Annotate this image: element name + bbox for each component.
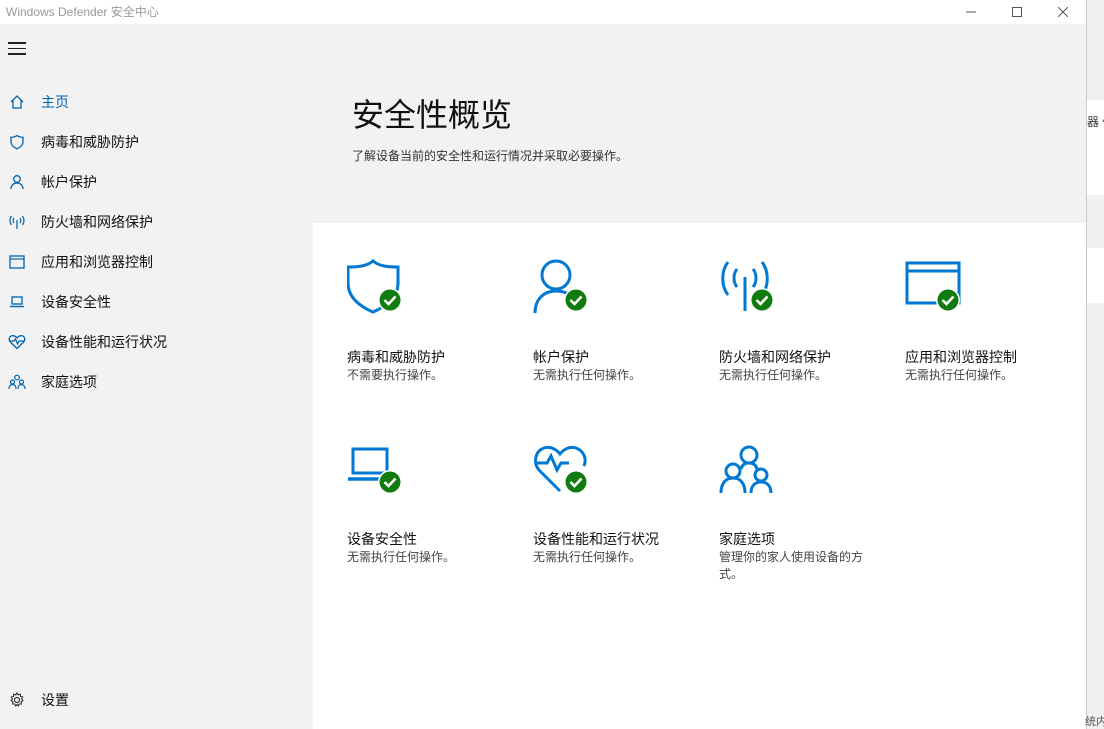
sidebar-item-label: 设备安全性 bbox=[41, 294, 111, 310]
sidebar-item-label: 病毒和威胁防护 bbox=[41, 134, 139, 150]
card-status: 无需执行任何操作。 bbox=[719, 368, 828, 382]
heart-pulse-icon bbox=[8, 333, 26, 351]
card-status: 无需执行任何操作。 bbox=[533, 550, 642, 564]
background-text: 统内 bbox=[1085, 716, 1104, 728]
wireless-check-icon bbox=[721, 261, 774, 312]
main-header: 安全性概览 了解设备当前的安全性和运行情况并采取必要操作。 bbox=[313, 24, 1086, 223]
window-title: Windows Defender 安全中心 bbox=[6, 5, 159, 19]
defender-window: Windows Defender 安全中心 主页 病毒和威胁防护 帐户保护 防火… bbox=[0, 0, 1087, 729]
family-icon bbox=[719, 445, 773, 494]
maximize-icon bbox=[1012, 7, 1022, 17]
gear-icon bbox=[8, 691, 26, 709]
card-title: 帐户保护 bbox=[533, 349, 589, 365]
sidebar-item-label: 应用和浏览器控制 bbox=[41, 254, 153, 270]
close-button[interactable] bbox=[1040, 0, 1086, 24]
sidebar-item-label: 设备性能和运行状况 bbox=[41, 334, 167, 350]
home-icon bbox=[8, 93, 26, 111]
card-status: 无需执行任何操作。 bbox=[533, 368, 642, 382]
background-panel bbox=[1087, 248, 1104, 303]
heart-check-icon bbox=[534, 445, 588, 494]
sidebar-item-virus-protection[interactable]: 病毒和威胁防护 bbox=[0, 122, 313, 162]
sidebar-item-home[interactable]: 主页 bbox=[0, 82, 313, 122]
shield-icon bbox=[8, 133, 26, 151]
sidebar-item-device-security[interactable]: 设备安全性 bbox=[0, 282, 313, 322]
page-subtitle: 了解设备当前的安全性和运行情况并采取必要操作。 bbox=[352, 149, 629, 163]
background-app-strip: 器 ^ 统内 bbox=[1085, 0, 1104, 729]
sidebar-item-label: 家庭选项 bbox=[41, 374, 97, 390]
hamburger-menu-button[interactable] bbox=[8, 42, 26, 56]
settings-label: 设置 bbox=[41, 692, 69, 708]
sidebar-item-family-options[interactable]: 家庭选项 bbox=[0, 362, 313, 402]
sidebar-item-firewall[interactable]: 防火墙和网络保护 bbox=[0, 202, 313, 242]
title-bar[interactable]: Windows Defender 安全中心 bbox=[0, 0, 1086, 24]
card-title: 家庭选项 bbox=[719, 531, 775, 547]
card-title: 设备性能和运行状况 bbox=[533, 531, 659, 547]
sidebar-item-label: 帐户保护 bbox=[41, 174, 97, 190]
browser-check-icon bbox=[905, 261, 961, 312]
card-status: 不需要执行操作。 bbox=[347, 368, 444, 382]
sidebar-item-label: 防火墙和网络保护 bbox=[41, 214, 153, 230]
card-status: 管理你的家人使用设备的方式。 bbox=[719, 550, 864, 581]
background-text: 器 ^ bbox=[1087, 115, 1104, 129]
minimize-icon bbox=[966, 11, 976, 13]
close-icon bbox=[1058, 7, 1068, 17]
sidebar: 主页 病毒和威胁防护 帐户保护 防火墙和网络保护 应用和浏览器控制 设备安全性 … bbox=[0, 24, 313, 729]
family-icon bbox=[8, 373, 26, 391]
sidebar-item-app-browser-control[interactable]: 应用和浏览器控制 bbox=[0, 242, 313, 282]
screen: Windows Defender 安全中心 主页 病毒和威胁防护 帐户保护 防火… bbox=[0, 0, 1104, 729]
laptop-icon bbox=[8, 293, 26, 311]
overview-cards: 病毒和威胁防护 不需要执行操作。 帐户保护 无需执行任何操作。 防火墙和网络保护… bbox=[313, 223, 1086, 729]
sidebar-item-account-protection[interactable]: 帐户保护 bbox=[0, 162, 313, 202]
wireless-icon bbox=[8, 213, 26, 231]
page-title: 安全性概览 bbox=[352, 97, 513, 133]
card-title: 病毒和威胁防护 bbox=[347, 349, 445, 365]
sidebar-item-settings[interactable]: 设置 bbox=[0, 680, 313, 720]
laptop-check-icon bbox=[348, 447, 402, 494]
card-title: 设备安全性 bbox=[347, 531, 417, 547]
card-status: 无需执行任何操作。 bbox=[347, 550, 456, 564]
shield-check-icon bbox=[347, 259, 402, 314]
minimize-button[interactable] bbox=[948, 0, 994, 24]
sidebar-item-label: 主页 bbox=[41, 94, 69, 110]
browser-window-icon bbox=[8, 253, 26, 271]
card-status: 无需执行任何操作。 bbox=[905, 368, 1014, 382]
card-title: 防火墙和网络保护 bbox=[719, 349, 831, 365]
person-check-icon bbox=[533, 259, 588, 314]
person-icon bbox=[8, 173, 26, 191]
maximize-button[interactable] bbox=[994, 0, 1040, 24]
card-title: 应用和浏览器控制 bbox=[905, 349, 1017, 365]
sidebar-item-device-health[interactable]: 设备性能和运行状况 bbox=[0, 322, 313, 362]
